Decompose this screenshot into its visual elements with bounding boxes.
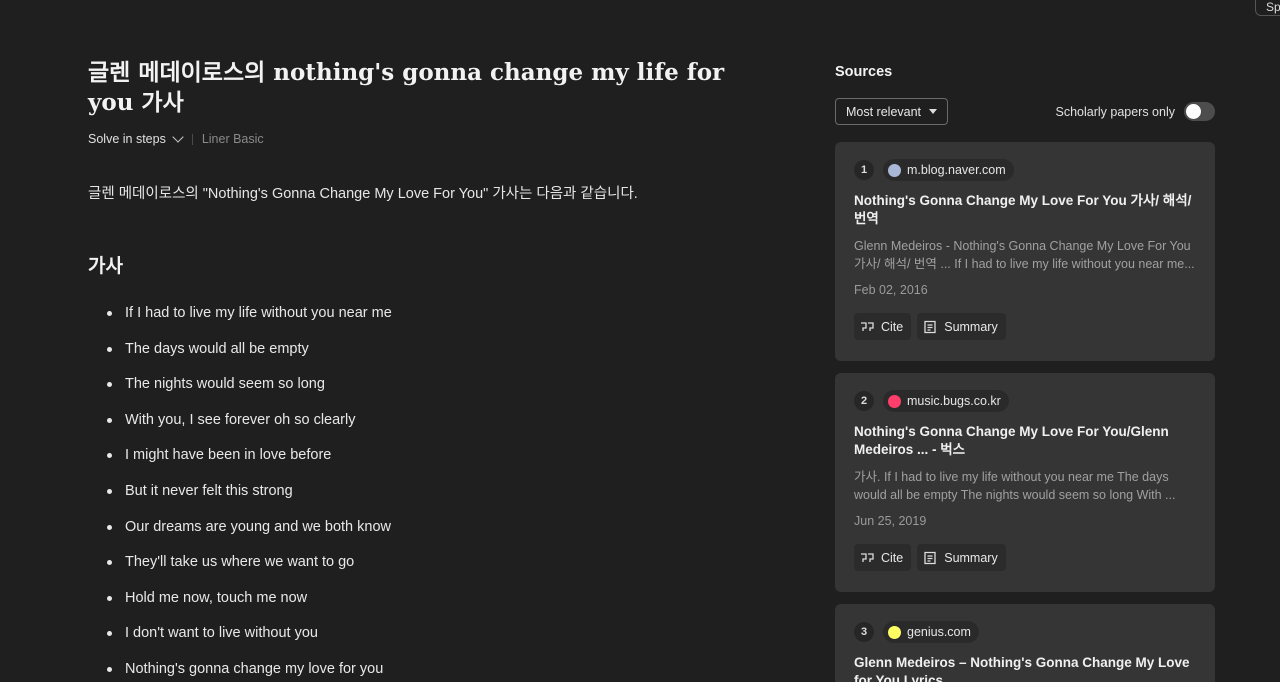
source-card[interactable]: 3 genius.com Glenn Medeiros – Nothing's … [835,604,1215,682]
lyric-line: If I had to live my life without you nea… [88,304,768,340]
answer-panel: 글렌 메데이로스의 nothing's gonna change my life… [88,58,768,682]
lyric-line: Nothing's gonna change my love for you [88,660,768,682]
lyric-line: But it never felt this strong [88,482,768,518]
sources-heading: Sources [835,64,893,80]
plan-tier-label: Liner Basic [201,132,264,146]
divider [191,133,193,145]
lyric-line: Hold me now, touch me now [88,589,768,625]
genius-favicon-icon [888,625,901,639]
scholarly-filter: Scholarly papers only [1055,102,1215,121]
sources-panel: Sources Most relevant Scholarly papers o… [835,64,1215,682]
source-domain: m.blog.naver.com [907,163,1006,177]
document-icon [924,320,936,333]
naver-blog-favicon-icon [888,163,901,177]
sort-label: Most relevant [846,104,922,119]
source-title[interactable]: Glenn Medeiros – Nothing's Gonna Change … [854,654,1196,682]
source-snippet: 가사. If I had to live my life without you… [854,470,1176,502]
source-number: 2 [854,391,874,411]
source-card[interactable]: 2 music.bugs.co.kr Nothing's Gonna Chang… [835,373,1215,592]
chevron-down-icon [172,131,184,143]
source-domain: music.bugs.co.kr [907,394,1001,408]
source-title[interactable]: Nothing's Gonna Change My Love For You 가… [854,192,1196,228]
lyric-line: With you, I see forever oh so clearly [88,411,768,447]
top-right-button[interactable]: Sp [1255,0,1280,16]
caret-down-icon [929,109,938,114]
solve-mode-label: Solve in steps [88,132,166,146]
lyric-line: Our dreams are young and we both know [88,518,768,554]
summary-button[interactable]: Summary [917,544,1006,571]
quote-icon [861,552,874,562]
solve-mode-dropdown[interactable]: Solve in steps [88,131,184,146]
answer-meta: Solve in steps Liner Basic [88,131,768,147]
source-domain-chip[interactable]: music.bugs.co.kr [883,390,1009,412]
scholarly-toggle[interactable] [1184,102,1215,121]
source-date: Jun 25, 2019 [854,514,927,528]
document-icon [924,551,936,564]
source-number: 1 [854,160,874,180]
lyric-line: The days would all be empty [88,340,768,376]
page-title: 글렌 메데이로스의 nothing's gonna change my life… [88,59,725,116]
cite-button[interactable]: Cite [854,544,912,571]
quote-icon [861,321,874,331]
source-title[interactable]: Nothing's Gonna Change My Love For You/G… [854,423,1196,459]
source-domain-chip[interactable]: genius.com [883,621,979,643]
lyric-line: The nights would seem so long [88,375,768,411]
cite-button[interactable]: Cite [854,313,912,340]
summary-button[interactable]: Summary [917,313,1006,340]
section-heading: 가사 [88,256,123,277]
lyric-line: I might have been in love before [88,446,768,482]
source-domain-chip[interactable]: m.blog.naver.com [883,159,1014,181]
sources-controls: Most relevant Scholarly papers only [835,98,1215,125]
source-snippet: Glenn Medeiros - Nothing's Gonna Change … [854,239,1195,271]
source-card[interactable]: 1 m.blog.naver.com Nothing's Gonna Chang… [835,142,1215,361]
lyric-line: I don't want to live without you [88,624,768,660]
lyric-line: They'll take us where we want to go [88,553,768,589]
source-domain: genius.com [907,625,971,639]
lyrics-list: If I had to live my life without you nea… [88,304,768,682]
sort-dropdown[interactable]: Most relevant [835,98,949,125]
source-date: Feb 02, 2016 [854,283,928,297]
answer-intro: 글렌 메데이로스의 "Nothing's Gonna Change My Lov… [88,186,638,202]
source-number: 3 [854,622,874,642]
bugs-music-favicon-icon [888,394,901,408]
scholarly-label: Scholarly papers only [1055,104,1175,119]
toggle-knob [1186,104,1201,119]
